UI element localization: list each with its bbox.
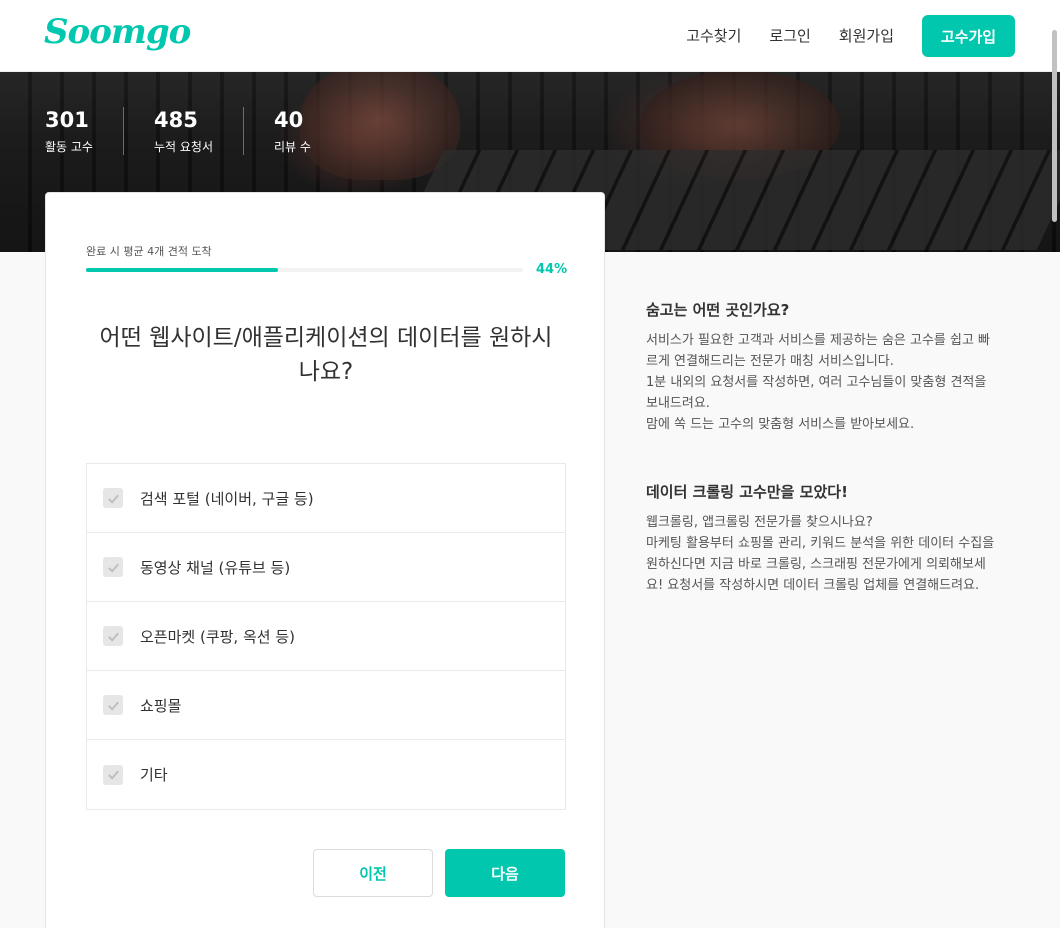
about-line: 르게 연결해드리는 전문가 매칭 서비스입니다. [646,354,894,369]
check-icon [107,770,119,780]
nav-login[interactable]: 로그인 [769,15,810,57]
stat-divider [122,107,124,155]
check-icon [107,563,119,573]
option-shopping-mall[interactable]: 쇼핑몰 [87,671,565,740]
pro-signup-button[interactable]: 고수가입 [922,15,1015,57]
about-line: 보내드려요. [646,396,710,411]
about-title: 숨고는 어떤 곳인가요? [646,301,790,319]
check-icon [107,494,119,504]
stats-row: 301 활동 고수 485 누적 요청서 40 리뷰 수 [45,107,311,155]
option-label: 동영상 채널 (유튜브 등) [140,558,291,577]
stat-divider [243,107,244,155]
option-video-channel[interactable]: 동영상 채널 (유튜브 등) [87,533,565,602]
stat-pros: 301 활동 고수 [45,107,93,155]
stat-requests: 485 누적 요청서 [154,107,213,155]
checkbox[interactable] [103,626,123,646]
crawling-line: 요! 요청서를 작성하시면 데이터 크롤링 업체를 연결해드려요. [646,578,980,593]
stat-label: 활동 고수 [45,140,93,154]
about-line: 맘에 쏙 드는 고수의 맞춤형 서비스를 받아보세요. [646,417,915,432]
about-body: 서비스가 필요한 고객과 서비스를 제공하는 숨은 고수를 쉽고 빠 르게 연결… [646,330,1016,435]
option-label: 검색 포털 (네이버, 구글 등) [140,489,314,508]
option-open-market[interactable]: 오픈마켓 (쿠팡, 옥션 등) [87,602,565,671]
checkbox[interactable] [103,557,123,577]
top-nav: 고수찾기 로그인 회원가입 고수가입 [686,15,1015,57]
nav-signup[interactable]: 회원가입 [839,15,894,57]
progress-label: 완료 시 평균 4개 견적 도착 [86,245,212,258]
about-line: 1분 내외의 요청서를 작성하면, 여러 고수님들이 맞춤형 견적을 [646,375,987,390]
option-label: 오픈마켓 (쿠팡, 옥션 등) [140,627,295,646]
question-line: 나요? [298,359,354,385]
option-list: 검색 포털 (네이버, 구글 등) 동영상 채널 (유튜브 등) 오픈마켓 (쿠… [86,463,566,810]
stat-reviews: 40 리뷰 수 [274,107,311,155]
stat-label: 리뷰 수 [274,140,311,154]
question-title: 어떤 웹사이트/애플리케이션의 데이터를 원하시 나요? [86,321,566,389]
checkbox[interactable] [103,488,123,508]
check-icon [107,632,119,642]
check-icon [107,701,119,711]
next-button[interactable]: 다음 [445,849,565,897]
prev-button[interactable]: 이전 [313,849,433,897]
top-header: Soomgo 고수찾기 로그인 회원가입 고수가입 [0,0,1060,72]
page-scrollbar[interactable] [1052,30,1057,222]
soomgo-logo[interactable]: Soomgo [44,12,191,52]
request-form-card: 완료 시 평균 4개 견적 도착 44% 어떤 웹사이트/애플리케이션의 데이터… [45,192,605,928]
stat-number: 485 [153,108,198,132]
stat-number: 40 [274,108,304,132]
hero-image-hand [300,60,460,180]
nav-find-pros[interactable]: 고수찾기 [686,15,741,57]
stat-label: 누적 요청서 [153,140,213,154]
crawling-body: 웹크롤링, 앱크롤링 전문가를 찾으시나요? 마케팅 활용부터 쇼핑몰 관리, … [646,512,1016,596]
crawling-line: 웹크롤링, 앱크롤링 전문가를 찾으시나요? [646,515,873,530]
progress-bar [86,268,523,272]
option-label: 쇼핑몰 [140,696,182,715]
crawling-line: 원하신다면 지금 바로 크롤링, 스크래핑 전문가에게 의뢰해보세 [646,557,986,572]
crawling-title: 데이터 크롤링 고수만을 모았다! [646,483,848,501]
option-other[interactable]: 기타 [87,740,565,809]
checkbox[interactable] [103,695,123,715]
question-line: 어떤 웹사이트/애플리케이션의 데이터를 원하시 [99,325,553,351]
option-search-portal[interactable]: 검색 포털 (네이버, 구글 등) [87,464,565,533]
stat-number: 301 [45,108,89,132]
about-line: 서비스가 필요한 고객과 서비스를 제공하는 숨은 고수를 쉽고 빠 [646,333,991,348]
progress-percent: 44% [536,262,568,277]
option-label: 기타 [140,766,168,784]
about-section: 숨고는 어떤 곳인가요? 서비스가 필요한 고객과 서비스를 제공하는 숨은 고… [646,299,1016,435]
progress-fill [86,268,279,272]
crawling-section: 데이터 크롤링 고수만을 모았다! 웹크롤링, 앱크롤링 전문가를 찾으시나요?… [646,481,1016,596]
crawling-line: 마케팅 활용부터 쇼핑몰 관리, 키워드 분석을 위한 데이터 수집을 [646,536,995,551]
checkbox[interactable] [103,764,123,785]
